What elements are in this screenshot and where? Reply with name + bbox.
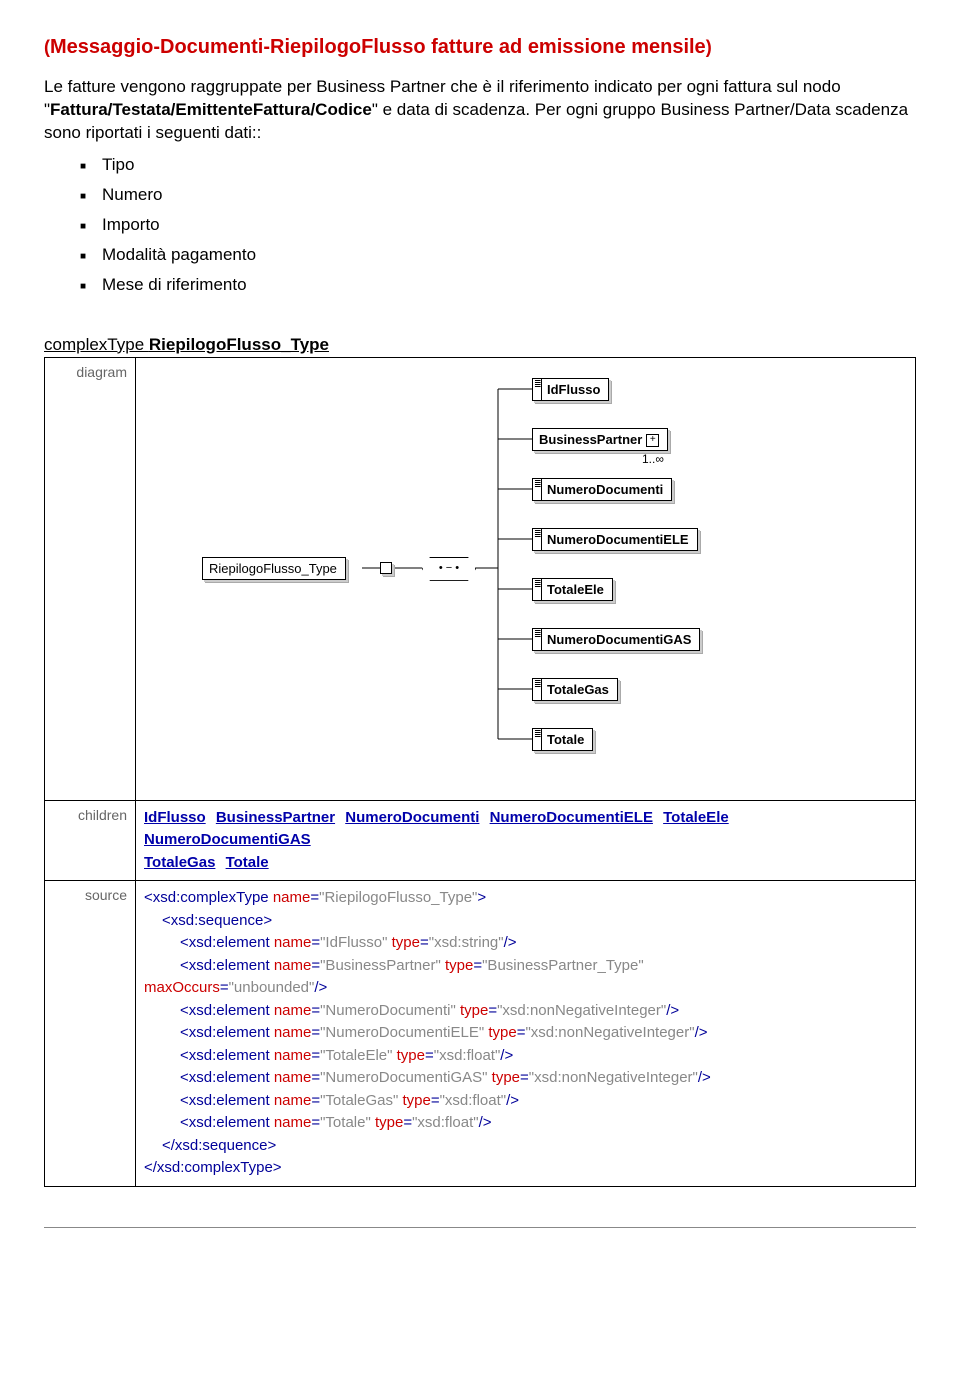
source-line: <xsd:element name="Totale" type="xsd:flo… [180, 1112, 907, 1135]
source-line: <xsd:element name="BusinessPartner" type… [180, 955, 907, 978]
diagram-root-box: RiepilogoFlusso_Type [202, 557, 346, 580]
intro-bold: Fattura/Testata/EmittenteFattura/Codice [50, 100, 372, 119]
source-line: <xsd:sequence> [162, 910, 907, 933]
bullet-item: Importo [80, 215, 916, 235]
expand-icon[interactable]: + [646, 434, 659, 447]
bullet-item: Mese di riferimento [80, 275, 916, 295]
source-line: </xsd:complexType> [144, 1157, 907, 1180]
source-cell: <xsd:complexType name="RiepilogoFlusso_T… [136, 881, 916, 1187]
child-link[interactable]: NumeroDocumentiELE [490, 809, 653, 826]
diagram-element-box: NumeroDocumenti [532, 478, 672, 501]
row-label-diagram: diagram [45, 357, 136, 800]
source-line: <xsd:element name="NumeroDocumentiGAS" t… [180, 1067, 907, 1090]
child-link[interactable]: TotaleGas [144, 854, 215, 871]
diagram-element-box: NumeroDocumentiGAS [532, 628, 700, 651]
child-link[interactable]: Totale [226, 854, 269, 871]
source-line: </xsd:sequence> [162, 1135, 907, 1158]
row-label-source: source [45, 881, 136, 1187]
children-cell: IdFlusso BusinessPartner NumeroDocumenti… [136, 800, 916, 881]
sequence-icon: • − • [422, 557, 476, 581]
ctype-prefix: complexType [44, 335, 149, 354]
paren-close: ) [706, 37, 712, 57]
child-link[interactable]: NumeroDocumenti [345, 809, 479, 826]
footer-rule [44, 1227, 916, 1228]
bullet-item: Tipo [80, 155, 916, 175]
diagram-element-box: TotaleEle [532, 578, 613, 601]
complextype-heading: complexType RiepilogoFlusso_Type [44, 335, 916, 355]
ctype-name: RiepilogoFlusso_Type [149, 335, 329, 354]
page-title: (Messaggio-Documenti-RiepilogoFlusso fat… [44, 36, 916, 59]
diagram-element-box: BusinessPartner+ [532, 428, 668, 451]
source-line: <xsd:element name="TotaleGas" type="xsd:… [180, 1090, 907, 1113]
source-line: <xsd:complexType name="RiepilogoFlusso_T… [144, 887, 907, 910]
child-link[interactable]: TotaleEle [663, 809, 729, 826]
bullet-list: Tipo Numero Importo Modalità pagamento Mese … [80, 155, 916, 295]
diagram-element-box: TotaleGas [532, 678, 618, 701]
source-line: <xsd:element name="IdFlusso" type="xsd:s… [180, 932, 907, 955]
bullet-item: Numero [80, 185, 916, 205]
cardinality-label: 1..∞ [642, 452, 664, 466]
source-line: maxOccurs="unbounded"/> [144, 977, 907, 1000]
title-text: Messaggio-Documenti-RiepilogoFlusso fatt… [50, 36, 706, 58]
child-link[interactable]: IdFlusso [144, 809, 206, 826]
intro-paragraph: Le fatture vengono raggruppate per Busin… [44, 76, 916, 145]
diagram-element-box: IdFlusso [532, 378, 609, 401]
diagram-element-box: NumeroDocumentiELE [532, 528, 698, 551]
source-line: <xsd:element name="NumeroDocumentiELE" t… [180, 1022, 907, 1045]
row-label-children: children [45, 800, 136, 881]
doc-table: diagram RiepilogoFlusso_Type • − • IdFluss… [44, 357, 916, 1187]
source-line: <xsd:element name="TotaleEle" type="xsd:… [180, 1045, 907, 1068]
child-link[interactable]: NumeroDocumentiGAS [144, 831, 311, 848]
diagram-element-box: Totale [532, 728, 593, 751]
diagram-connector-box [380, 562, 392, 574]
diagram-connectors [202, 368, 842, 798]
source-line: <xsd:element name="NumeroDocumenti" type… [180, 1000, 907, 1023]
diagram-cell: RiepilogoFlusso_Type • − • IdFlusso Busines… [136, 357, 916, 800]
child-link[interactable]: BusinessPartner [216, 809, 335, 826]
bullet-item: Modalità pagamento [80, 245, 916, 265]
